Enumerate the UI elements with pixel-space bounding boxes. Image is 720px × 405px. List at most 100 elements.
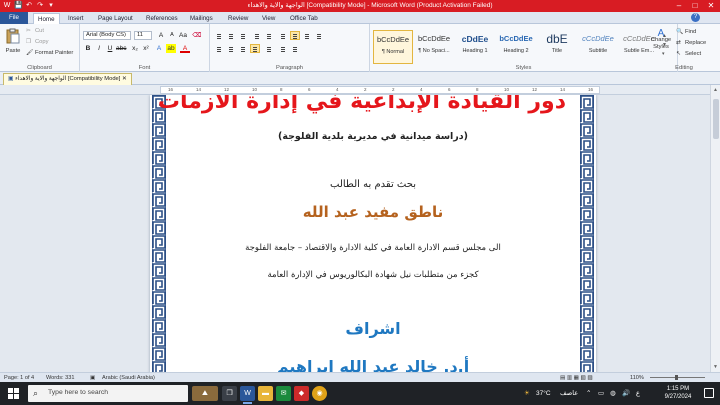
zoom-level[interactable]: 110% [630,374,644,382]
weather-description[interactable]: عاصف [560,382,578,405]
view-buttons[interactable]: ▤ ▥ ▦ ▧ ▨ [560,374,593,382]
font-family-select[interactable]: Arial (Body CS) [83,31,131,40]
tab-mailings[interactable]: Mailings [186,13,217,24]
clear-formatting-icon[interactable]: ⌫ [192,31,202,40]
network-icon[interactable]: ◍ [610,382,616,405]
strikethrough-icon[interactable]: abc [116,44,126,53]
language-indicator[interactable]: Arabic (Saudi Arabia) [102,374,155,382]
replace-button[interactable]: ⇄ Replace [676,39,706,47]
battery-icon[interactable]: ▭ [598,382,604,405]
change-case-icon[interactable]: Aa [178,31,188,40]
tab-file[interactable]: File [0,12,28,24]
volume-icon[interactable]: 🔊 [622,382,630,405]
news-widget-icon[interactable]: ⛰ [192,386,218,401]
scroll-up-icon[interactable]: ▲ [713,87,718,93]
find-button[interactable]: 🔍 Find [676,28,696,36]
pdf-app-icon[interactable]: ◆ [294,386,309,401]
align-right-icon[interactable] [238,44,248,53]
taskbar-search-box[interactable]: ⌕ Type here to search [28,385,188,402]
tab-page-layout[interactable]: Page Layout [94,13,137,24]
start-windows-icon[interactable] [8,388,19,399]
superscript-icon[interactable]: x² [141,44,151,53]
word-count[interactable]: Words: 331 [46,374,75,382]
document-page[interactable]: دور القيادة الإبداعية في إدارة الأزمات (… [150,95,596,372]
increase-indent-icon[interactable] [264,31,274,40]
vertical-scrollbar[interactable]: ▲ ▼ [710,85,720,372]
paste-button[interactable]: Paste [4,28,22,55]
select-button[interactable]: ↖ Select [676,50,701,58]
word-app-icon[interactable]: W [3,1,11,10]
underline-icon[interactable]: U [105,44,115,53]
language-icon[interactable]: ع [636,382,640,405]
help-icon[interactable]: ? [691,13,700,22]
notification-icon[interactable] [704,388,714,398]
sort-icon[interactable] [278,31,288,40]
green-app-icon[interactable]: ✉ [276,386,291,401]
change-styles-button[interactable]: A Change Styles [650,29,672,51]
document-tab[interactable]: ▣ الواجهة والاية والاهداء [Compatibility… [3,73,132,85]
task-view-icon[interactable]: ❒ [222,386,237,401]
style-no-spacing[interactable]: bCcDdEe ¶ No Spaci... [414,30,454,64]
bold-icon[interactable]: B [83,44,93,53]
line-spacing-icon[interactable] [264,44,274,53]
scrollbar-thumb[interactable] [713,99,719,139]
rtl-direction-icon[interactable] [314,31,324,40]
customize-qat-icon[interactable]: ▾ [47,1,55,10]
ltr-direction-icon[interactable] [302,31,312,40]
minimize-button[interactable]: – [674,0,684,12]
tab-review[interactable]: Review [224,13,252,24]
style-normal[interactable]: bCcDdEe ¶ Normal [373,30,413,64]
weather-temperature[interactable]: 37°C [536,382,551,405]
status-bar: Page: 1 of 4 Words: 331 ▣ Arabic (Saudi … [0,372,720,382]
tray-overflow-icon[interactable]: ⌃ [586,382,591,405]
style-heading-1[interactable]: cDdEe Heading 1 [455,30,495,64]
close-button[interactable]: ✕ [706,0,716,12]
italic-icon[interactable]: I [94,44,104,53]
tab-close-icon[interactable]: ✕ [120,76,127,82]
system-clock[interactable]: 1:15 PM 9/27/2024 [658,385,698,401]
justify-icon[interactable] [250,44,260,53]
style-title[interactable]: dbE Title [537,30,577,64]
format-painter-button[interactable]: 🖌 Format Painter [26,49,73,57]
font-color-icon[interactable]: A [180,44,190,53]
undo-icon[interactable]: ↶ [25,1,33,10]
scroll-down-icon[interactable]: ▼ [713,364,718,370]
shading-icon[interactable] [278,44,288,53]
tab-home[interactable]: Home [33,13,60,24]
text-effects-icon[interactable]: A [154,44,164,53]
align-left-icon[interactable] [214,44,224,53]
decrease-indent-icon[interactable] [252,31,262,40]
save-icon[interactable]: 💾 [14,1,23,10]
highlight-icon[interactable]: ab [166,44,176,53]
chrome-icon[interactable]: ◉ [312,386,327,401]
proofing-icon[interactable]: ▣ [90,374,95,382]
tab-references[interactable]: References [142,13,182,24]
weather-icon[interactable]: ☀ [524,382,530,405]
grow-font-icon[interactable]: A [156,31,166,40]
maximize-button[interactable]: □ [690,0,700,12]
word-taskbar-icon[interactable]: W [240,386,255,404]
redo-icon[interactable]: ↷ [36,1,44,10]
horizontal-ruler[interactable]: 16 14 12 10 8 6 4 2 2 4 6 8 10 12 14 16 [0,85,710,95]
borders-icon[interactable] [290,44,300,53]
style-heading-2[interactable]: bCcDdEe Heading 2 [496,30,536,64]
show-marks-icon[interactable] [290,31,300,40]
cut-button[interactable]: ✂ Cut [26,27,44,35]
font-size-select[interactable]: 11 [134,31,152,40]
multilevel-list-icon[interactable] [238,31,248,40]
align-center-icon[interactable] [226,44,236,53]
numbering-icon[interactable] [226,31,236,40]
style-subtitle[interactable]: cCcDdEe Subtitle [578,30,618,64]
subscript-icon[interactable]: x₂ [130,44,140,53]
copy-button[interactable]: ❐ Copy [26,38,49,46]
tab-insert[interactable]: Insert [64,13,87,24]
page-count[interactable]: Page: 1 of 4 [4,374,34,382]
tab-office-tab[interactable]: Office Tab [286,13,322,24]
clipboard-group-label: Clipboard [27,65,52,71]
file-explorer-icon[interactable]: ▬ [258,386,273,401]
windows-taskbar: ⌕ Type here to search ⛰ ❒ W ▬ ✉ ◆ ◉ ☀ 37… [0,382,720,405]
tab-view[interactable]: View [258,13,279,24]
zoom-slider-knob[interactable] [675,375,678,380]
shrink-font-icon[interactable]: A [167,31,177,40]
bullets-icon[interactable] [214,31,224,40]
